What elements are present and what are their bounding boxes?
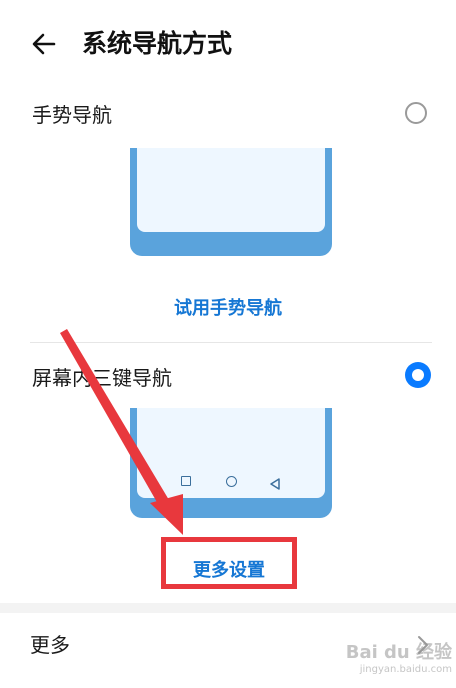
gesture-radio[interactable] (405, 102, 427, 124)
section-separator (0, 603, 456, 613)
more-label: 更多 (30, 633, 70, 657)
annotation-arrow (60, 329, 183, 535)
baidu-watermark: Bai du 经验 jingyan.baidu.com (345, 642, 452, 675)
